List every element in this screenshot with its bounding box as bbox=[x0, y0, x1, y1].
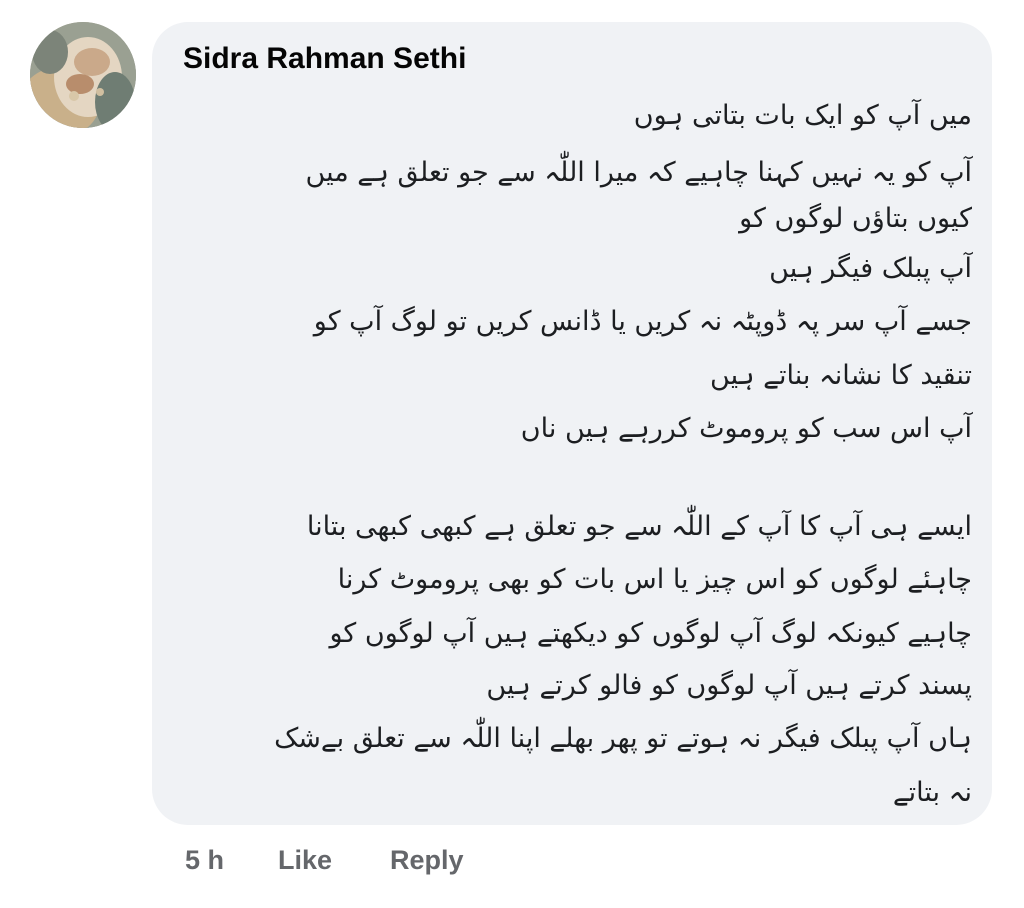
comment-text-line: میں آپ کو ایک بات بتاتی ہوں bbox=[633, 100, 972, 131]
profile-photo-icon bbox=[30, 22, 136, 128]
comment-text-line: آپ اس سب کو پروموٹ کررہے ہیں ناں bbox=[520, 413, 972, 444]
comment-text-line: چاہئے لوگوں کو اس چیز یا اس بات کو بھی پ… bbox=[337, 564, 972, 595]
comment-author[interactable]: Sidra Rahman Sethi bbox=[183, 42, 466, 76]
reply-button[interactable]: Reply bbox=[390, 845, 464, 876]
comment-text-line: پسند کرتے ہیں آپ لوگوں کو فالو کرتے ہیں bbox=[486, 670, 972, 701]
comment-text-line: چاہیے کیونکہ لوگ آپ لوگوں کو دیکھتے ہیں … bbox=[329, 618, 972, 649]
comment-text-line: ہاں آپ پبلک فیگر نہ ہوتے تو پھر بھلے اپن… bbox=[274, 723, 972, 754]
comment-bubble: Sidra Rahman Sethi میں آپ کو ایک بات بتا… bbox=[152, 22, 992, 825]
like-button[interactable]: Like bbox=[278, 845, 332, 876]
comment-timestamp[interactable]: 5 h bbox=[185, 845, 224, 876]
comment-text-line: جسے آپ سر پہ ڈوپٹہ نہ کریں یا ڈانس کریں … bbox=[313, 306, 972, 337]
comment-text-line: تنقید کا نشانہ بناتے ہیں bbox=[710, 360, 972, 391]
comment-text-line: نہ بتاتے bbox=[892, 777, 972, 808]
avatar[interactable] bbox=[30, 22, 136, 128]
comment-text-line: آپ کو یہ نہیں کہنا چاہیے کہ میرا اللّٰہ … bbox=[305, 157, 972, 188]
comment-thread: Sidra Rahman Sethi میں آپ کو ایک بات بتا… bbox=[0, 0, 1024, 908]
comment-text-line: کیوں بتاؤں لوگوں کو bbox=[739, 203, 972, 234]
comment-text-line: آپ پبلک فیگر ہیں bbox=[769, 253, 972, 284]
comment-text-line: ایسے ہی آپ کا آپ کے اللّٰہ سے جو تعلق ہے… bbox=[306, 511, 972, 542]
